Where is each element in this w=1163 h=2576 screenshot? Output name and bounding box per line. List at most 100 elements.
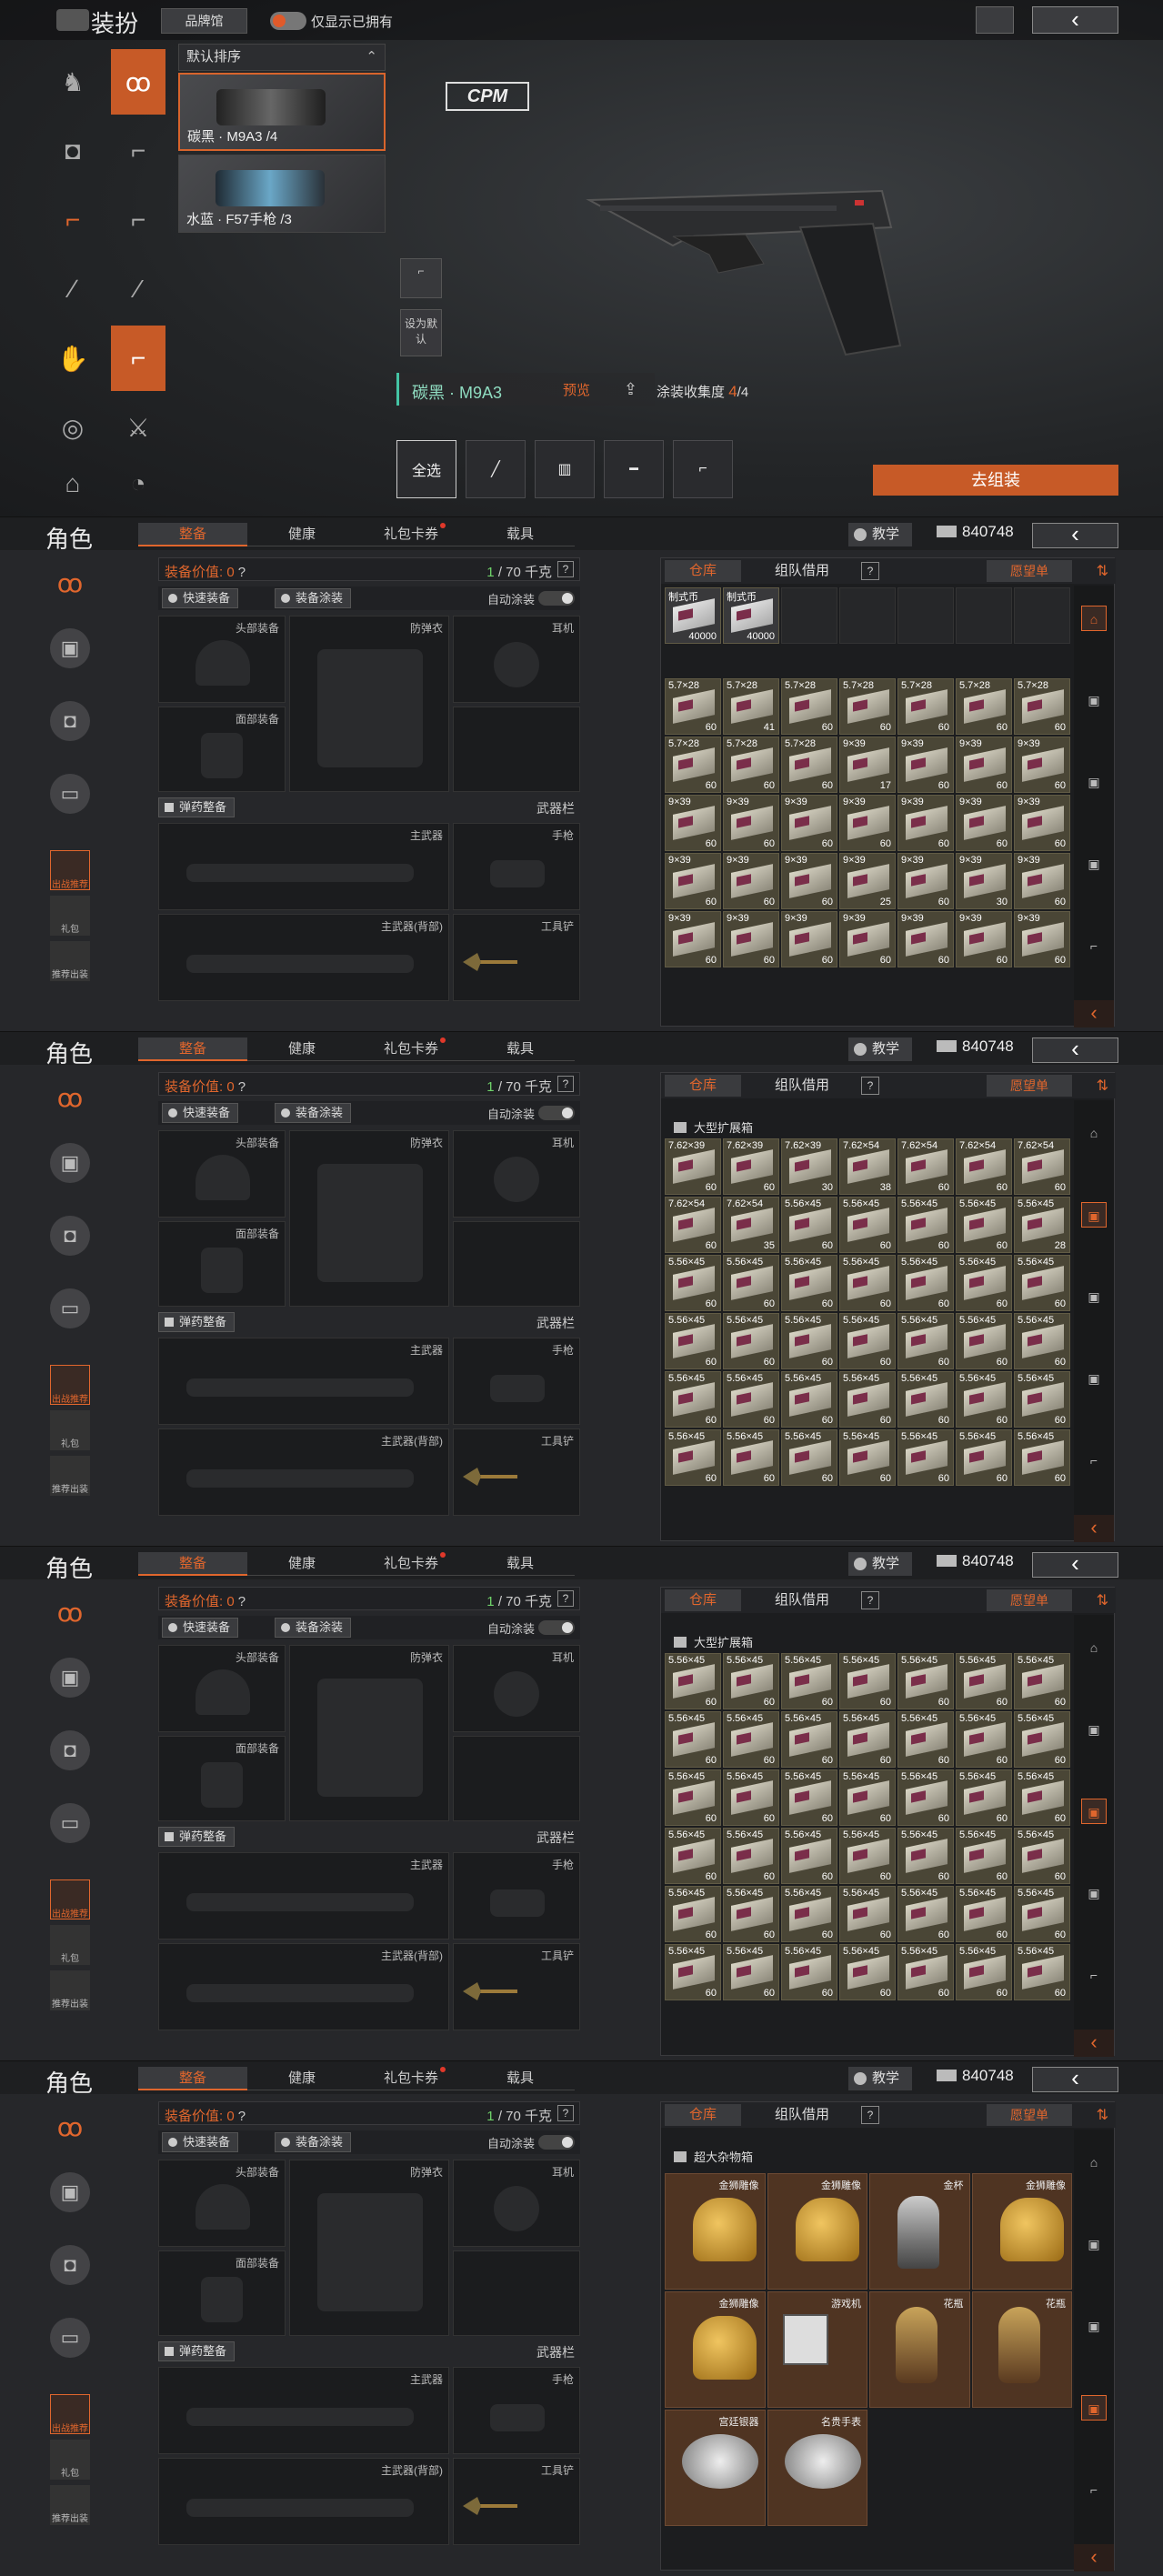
assault-rifle-icon[interactable]: ⌐	[111, 118, 165, 184]
tab-equipment[interactable]: 整备	[138, 523, 247, 546]
ammo-item[interactable]: 5.56×45 60	[956, 1886, 1012, 1942]
tab-vehicles[interactable]: 载具	[466, 1037, 575, 1061]
ammo-item[interactable]: 5.56×45 60	[956, 1197, 1012, 1253]
equip-paint-button[interactable]: 装备涂装	[275, 588, 352, 608]
skin-preview-toggle-button[interactable]: ⌐	[400, 258, 442, 298]
currency-item[interactable]: 制式币 40000	[723, 587, 779, 644]
ammo-prepare-button[interactable]: 弹药整备	[158, 797, 236, 817]
ammo-item[interactable]: 5.56×45 60	[1014, 1828, 1070, 1884]
character-icon[interactable]: ꝏ	[50, 563, 90, 603]
face-slot[interactable]: 面部装备	[158, 707, 286, 792]
collapse-arrow-icon[interactable]: ‹	[1074, 2030, 1114, 2057]
ammo-item[interactable]: 5.56×45 60	[665, 1313, 721, 1369]
ammo-item[interactable]: 5.56×45 60	[1014, 1255, 1070, 1311]
empty-gear-slot[interactable]	[453, 707, 580, 792]
ammo-item[interactable]: 5.56×45 60	[897, 1944, 954, 2000]
valuable-item[interactable]: 花瓶	[971, 2291, 1072, 2408]
equip-paint-button[interactable]: 装备涂装	[275, 1103, 352, 1123]
main-weapon-slot[interactable]: 主武器	[158, 823, 449, 910]
ammo-item[interactable]: 5.56×45 60	[1014, 1711, 1070, 1768]
hand-category-icon[interactable]: ✋	[45, 326, 100, 391]
share-button[interactable]	[976, 6, 1014, 34]
tab-vehicles[interactable]: 载具	[466, 1552, 575, 1576]
ammo-item[interactable]: 9×39 60	[781, 911, 837, 967]
valuable-item[interactable]: 宫廷银器	[665, 2410, 766, 2526]
box-icon[interactable]: ▣	[1081, 851, 1107, 877]
ammo-item[interactable]: 5.56×45 60	[897, 1429, 954, 1486]
ammo-item[interactable]: 5.56×45 60	[781, 1371, 837, 1428]
ammo-item[interactable]: 9×39 60	[897, 911, 954, 967]
empty-gear-slot[interactable]	[453, 2250, 580, 2336]
wishlist-button[interactable]: 愿望单	[987, 2104, 1072, 2126]
pistol-slot[interactable]: 手枪	[453, 823, 580, 910]
ammo-item[interactable]: 5.56×45 60	[839, 1769, 896, 1826]
rifle-icon[interactable]: ⌐	[1081, 1448, 1107, 1473]
rifle-category-icon[interactable]: ⌐	[45, 187, 100, 253]
ammo-prepare-button[interactable]: 弹药整备	[158, 1827, 236, 1847]
ammo-item[interactable]: 5.7×28 60	[781, 737, 837, 793]
recommend-loadout-button[interactable]: 出战推荐	[50, 850, 90, 890]
ammo-item[interactable]: 5.56×45 60	[665, 1653, 721, 1709]
team-borrow-tab[interactable]: 组队借用	[761, 1075, 843, 1097]
ammo-item[interactable]: 9×39 60	[897, 853, 954, 909]
backpack-icon[interactable]: ▣	[50, 1143, 90, 1183]
chest-rig-icon[interactable]: ◘	[50, 701, 90, 741]
empty-gear-slot[interactable]	[453, 1736, 580, 1821]
ammo-item[interactable]: 7.62×39 60	[665, 1138, 721, 1195]
tab-equipment[interactable]: 整备	[138, 1552, 247, 1576]
ammo-item[interactable]: 5.56×45 60	[781, 1197, 837, 1253]
backpack-icon[interactable]: ▣	[50, 2172, 90, 2212]
warehouse-tab[interactable]: 仓库	[665, 560, 741, 582]
warehouse-tab[interactable]: 仓库	[665, 1589, 741, 1611]
back-weapon-slot[interactable]: 主武器(背部)	[158, 914, 449, 1001]
ammo-item[interactable]: 5.7×28 60	[839, 678, 896, 735]
ammo-item[interactable]: 5.56×45 60	[897, 1255, 954, 1311]
ammo-item[interactable]: 5.56×45 60	[665, 1828, 721, 1884]
equip-paint-button[interactable]: 装备涂装	[275, 1618, 352, 1638]
filter-pistol-icon[interactable]: ⌐	[673, 440, 733, 498]
brand-hall-button[interactable]: 品牌馆	[161, 8, 247, 34]
ammo-item[interactable]: 5.56×45 60	[956, 1313, 1012, 1369]
character-icon[interactable]: ꝏ	[50, 2107, 90, 2147]
pistol-icon[interactable]: ⌐	[111, 326, 165, 391]
earphone-slot[interactable]: 耳机	[453, 1130, 580, 1218]
auto-paint-toggle[interactable]	[538, 2135, 575, 2150]
back-button[interactable]: ‹	[1032, 1037, 1118, 1063]
ammo-item[interactable]: 5.56×45 60	[897, 1653, 954, 1709]
box-icon[interactable]: ▣	[1081, 1366, 1107, 1391]
character-icon[interactable]: ꝏ	[50, 1592, 90, 1632]
recommend-loadout-button[interactable]: 出战推荐	[50, 2394, 90, 2434]
box-icon[interactable]: ▣	[1081, 2395, 1107, 2421]
box-icon[interactable]: ▣	[1081, 1202, 1107, 1228]
ammo-item[interactable]: 5.56×45 60	[1014, 1313, 1070, 1369]
ammo-item[interactable]: 9×39 60	[956, 795, 1012, 851]
sort-icon[interactable]: ⇅	[1097, 1077, 1108, 1095]
ammo-item[interactable]: 9×39 60	[839, 911, 896, 967]
ammo-item[interactable]: 7.62×54 38	[839, 1138, 896, 1195]
main-weapon-slot[interactable]: 主武器	[158, 2367, 449, 2454]
tab-health[interactable]: 健康	[247, 1552, 356, 1576]
tab-gift-cards[interactable]: 礼包卡券	[356, 523, 466, 546]
ammo-item[interactable]: 9×39 17	[839, 737, 896, 793]
ammo-item[interactable]: 9×39 60	[665, 795, 721, 851]
pistol-slot[interactable]: 手枪	[453, 1852, 580, 1940]
ammo-item[interactable]: 5.56×45 60	[723, 1371, 779, 1428]
rifle-icon[interactable]: ⌐	[1081, 1962, 1107, 1988]
valuable-item[interactable]: 金狮雕像	[665, 2173, 766, 2290]
face-slot[interactable]: 面部装备	[158, 1736, 286, 1821]
chest-rig-icon[interactable]: ◘	[50, 1730, 90, 1770]
circle-category-icon[interactable]: ◎	[45, 395, 100, 460]
knife-category-icon[interactable]: ∕	[45, 256, 100, 322]
ammo-item[interactable]: 5.56×45 60	[665, 1886, 721, 1942]
ammo-item[interactable]: 5.56×45 60	[723, 1653, 779, 1709]
ammo-item[interactable]: 5.56×45 60	[839, 1886, 896, 1942]
ammo-item[interactable]: 5.56×45 60	[839, 1653, 896, 1709]
ammo-item[interactable]: 9×39 60	[897, 737, 954, 793]
box-icon[interactable]: ▣	[1081, 769, 1107, 795]
rifle-icon[interactable]: ⌐	[1081, 933, 1107, 958]
figure-category-icon[interactable]: ♞	[45, 49, 100, 115]
quick-equip-button[interactable]: 快速装备	[162, 1618, 239, 1638]
misc-icon[interactable]: ◔	[111, 464, 165, 504]
ammo-item[interactable]: 5.7×28 60	[723, 737, 779, 793]
preset-loadout-button[interactable]: 推荐出装	[50, 2485, 90, 2525]
